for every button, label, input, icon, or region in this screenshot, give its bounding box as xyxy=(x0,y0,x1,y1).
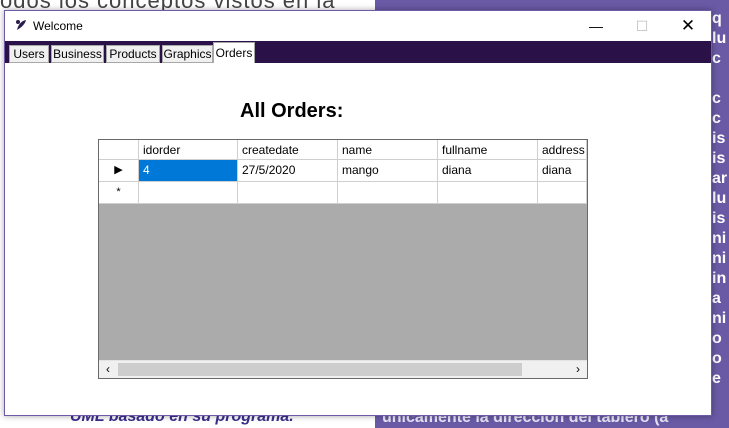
orders-panel: All Orders: idorder createdate name full… xyxy=(5,63,711,415)
background-fragment: ni xyxy=(712,230,727,247)
app-feather-icon xyxy=(14,18,28,32)
background-fragment xyxy=(712,390,729,410)
row-header-corner xyxy=(99,140,139,160)
scroll-right-icon[interactable]: › xyxy=(569,361,587,378)
tab-products[interactable]: Products xyxy=(106,45,160,63)
background-fragment: is xyxy=(712,210,726,227)
background-fragment: e xyxy=(712,370,721,387)
background-fragment: ni xyxy=(712,250,727,267)
maximize-button[interactable]: ☐ xyxy=(619,11,665,41)
new-row[interactable]: * xyxy=(99,182,587,204)
tab-orders[interactable]: Orders xyxy=(213,42,255,64)
tab-business[interactable]: Business xyxy=(51,45,104,63)
cell-address[interactable] xyxy=(538,182,587,204)
column-header-idorder[interactable]: idorder xyxy=(139,140,238,160)
background-fragment: is xyxy=(712,150,726,167)
horizontal-scrollbar[interactable]: ‹ › xyxy=(99,360,587,378)
cell-idorder[interactable]: 4 xyxy=(139,160,238,182)
background-fragment: c xyxy=(712,90,721,107)
page-title: All Orders: xyxy=(240,100,344,122)
cell-fullname[interactable]: diana xyxy=(438,160,538,182)
background-fragment: c xyxy=(712,110,721,127)
background-fragment: lu xyxy=(712,190,727,207)
column-header-createdate[interactable]: createdate xyxy=(238,140,338,160)
tab-strip: Users Business Products Graphics Orders xyxy=(5,41,711,64)
background-fragment: ni xyxy=(712,310,727,327)
title-bar[interactable]: Welcome — ☐ ✕ xyxy=(5,11,711,41)
column-header-fullname[interactable]: fullname xyxy=(438,140,538,160)
background-fragment: ar xyxy=(712,170,728,187)
new-row-asterisk-icon[interactable]: * xyxy=(99,182,139,204)
scroll-left-icon[interactable]: ‹ xyxy=(99,361,117,378)
grid-header-row: idorder createdate name fullname address xyxy=(99,140,587,162)
background-fragment: is xyxy=(712,130,726,147)
cell-idorder[interactable] xyxy=(139,182,238,204)
column-header-name[interactable]: name xyxy=(338,140,438,160)
close-button[interactable]: ✕ xyxy=(665,11,711,41)
window-title: Welcome xyxy=(33,19,83,33)
background-right-column: q lu c c c is is ar lu is ni ni in a ni … xyxy=(712,10,729,410)
tab-graphics[interactable]: Graphics xyxy=(162,45,213,63)
cell-name[interactable]: mango xyxy=(338,160,438,182)
cell-createdate[interactable]: 27/5/2020 xyxy=(238,160,338,182)
tab-users[interactable]: Users xyxy=(9,45,49,63)
background-fragment: q xyxy=(712,10,722,27)
background-fragment: in xyxy=(712,270,727,287)
background-fragment xyxy=(712,70,729,90)
orders-grid[interactable]: idorder createdate name fullname address… xyxy=(98,139,588,379)
cell-fullname[interactable] xyxy=(438,182,538,204)
background-fragment: a xyxy=(712,290,721,307)
cell-address[interactable]: diana xyxy=(538,160,587,182)
background-fragment: o xyxy=(712,330,722,347)
cell-name[interactable] xyxy=(338,182,438,204)
table-row[interactable]: ▶ 4 27/5/2020 mango diana diana xyxy=(99,160,587,182)
scrollbar-thumb[interactable] xyxy=(118,363,522,376)
background-fragment: lu xyxy=(712,30,727,47)
cell-createdate[interactable] xyxy=(238,182,338,204)
minimize-button[interactable]: — xyxy=(573,11,619,41)
background-fragment: o xyxy=(712,350,722,367)
welcome-window: Welcome — ☐ ✕ Users Business Products Gr… xyxy=(4,10,712,416)
background-fragment: c xyxy=(712,50,721,67)
column-header-address[interactable]: address xyxy=(538,140,587,160)
current-row-indicator-icon[interactable]: ▶ xyxy=(99,160,139,182)
